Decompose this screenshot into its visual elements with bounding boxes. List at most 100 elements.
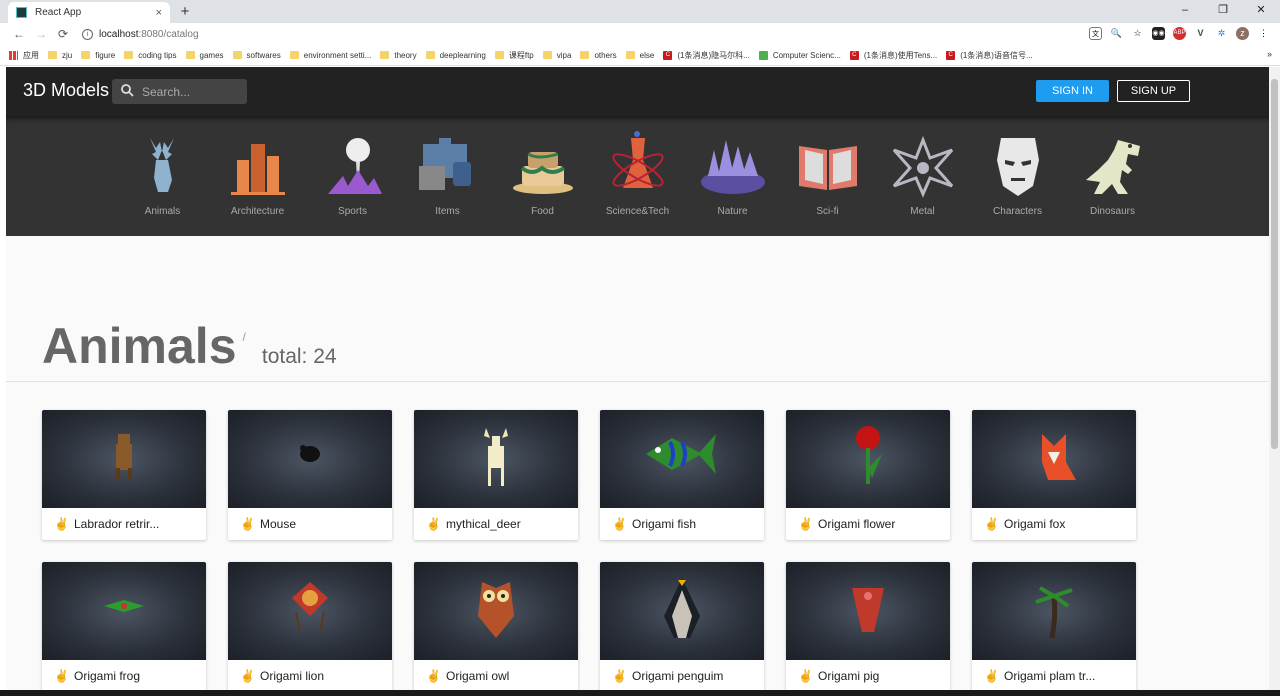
scrollbar-thumb[interactable] [1271,79,1278,449]
bookmark-item[interactable]: vipa [542,51,571,60]
category-science-tech[interactable]: Science&Tech [590,130,685,230]
sign-up-button[interactable]: SIGN UP [1117,80,1190,102]
bookmarks-overflow-icon[interactable]: » [1267,49,1272,59]
bookmark-item[interactable]: 课程ftp [494,50,534,61]
bookmark-label: 课程ftp [508,50,534,60]
vue-devtools-icon[interactable]: V [1194,27,1207,40]
category-sports[interactable]: Sports [305,130,400,230]
model-card[interactable]: ✌ Origami fish [600,410,764,540]
translate-icon[interactable]: 文 [1089,27,1102,40]
model-thumbnail[interactable] [228,562,392,660]
dog-model-icon [102,424,146,495]
url-field[interactable]: i localhost:8080/catalog [82,24,1142,44]
model-name: Origami penguim [632,669,724,683]
model-thumbnail[interactable] [42,410,206,508]
bookmark-item[interactable]: others [580,51,617,60]
adblock-icon[interactable]: ABP [1173,27,1186,40]
model-card[interactable]: ✌ Origami penguim [600,562,764,692]
model-card[interactable]: ✌ Origami lion [228,562,392,692]
model-caption: ✌ mythical_deer [414,508,578,540]
bookmark-label: theory [394,50,417,60]
category-dinosaurs[interactable]: Dinosaurs [1065,130,1160,230]
bookmark-item[interactable]: theory [380,50,417,60]
back-arrow-icon[interactable]: ← [8,27,30,41]
reload-icon[interactable]: ⟳ [52,27,74,41]
model-thumbnail[interactable] [786,562,950,660]
category-metal[interactable]: Metal [875,130,970,230]
model-card[interactable]: ✌ mythical_deer [414,410,578,540]
model-card[interactable]: ✌ Mouse [228,410,392,540]
category-label: Sports [338,206,367,217]
model-thumbnail[interactable] [414,410,578,508]
page-scrollbar[interactable] [1269,67,1280,696]
category-sci-fi[interactable]: Sci-fi [780,130,875,230]
react-devtools-icon[interactable]: ✲ [1215,27,1228,40]
site-info-icon[interactable]: i [82,28,93,40]
menu-dots-icon[interactable]: ⋮ [1257,27,1270,40]
model-thumbnail[interactable] [228,410,392,508]
tab-close-icon[interactable]: × [156,7,162,19]
model-card[interactable]: ✌ Origami fox [972,410,1136,540]
category-animals[interactable]: Animals [115,130,210,230]
bookmark-item[interactable]: C (1条消息)使用Tens... [849,50,938,61]
model-card[interactable]: ✌ Origami plam tr... [972,562,1136,692]
model-thumbnail[interactable] [972,562,1136,660]
category-nature[interactable]: Nature [685,130,780,230]
model-card[interactable]: ✌ Origami owl [414,562,578,692]
victory-hand-icon: ✌ [984,669,999,683]
category-architecture[interactable]: Architecture [210,130,305,230]
model-name: Origami plam tr... [1004,669,1096,683]
brand-title[interactable]: 3D Models [23,80,109,101]
category-food[interactable]: Food [495,130,590,230]
model-thumbnail[interactable] [600,562,764,660]
forward-arrow-icon[interactable]: → [30,27,52,41]
victory-hand-icon: ✌ [426,669,441,683]
zoom-icon[interactable]: 🔍 [1110,27,1123,40]
bookmark-star-icon[interactable]: ☆ [1131,27,1144,40]
bookmark-label: softwares [246,50,281,60]
model-card[interactable]: ✌ Origami frog [42,562,206,692]
browser-tab[interactable]: React App × [8,2,170,23]
bookmark-item[interactable]: C (1条消息)隐马尔科... [663,50,750,61]
model-card[interactable]: ✌ Labrador retrir... [42,410,206,540]
category-label: Dinosaurs [1089,206,1136,217]
iron-mask-icon [983,130,1053,198]
model-card[interactable]: ✌ Origami pig [786,562,950,692]
category-items[interactable]: Items [400,130,495,230]
search-box[interactable] [112,79,247,104]
restore-button[interactable]: ❐ [1204,0,1242,23]
cake-icon [508,130,578,198]
model-name: Origami owl [446,669,510,683]
bookmark-label: (1条消息)使用Tens... [863,50,938,60]
model-caption: ✌ Origami frog [42,660,206,692]
bookmark-item[interactable]: deeplearning [425,51,486,60]
model-thumbnail[interactable] [786,410,950,508]
model-thumbnail[interactable] [972,410,1136,508]
model-card[interactable]: ✌ Origami flower [786,410,950,540]
close-window-button[interactable]: ✕ [1242,0,1280,23]
bookmark-item[interactable]: softwares [232,50,281,60]
category-characters[interactable]: Characters [970,130,1065,230]
new-tab-button[interactable]: + [177,3,193,20]
bookmark-item[interactable]: Computer Scienc... [758,50,841,60]
bookmark-item[interactable]: coding tips [124,51,177,60]
bookmark-label: figure [95,50,116,60]
minimize-button[interactable]: – [1166,0,1204,23]
penguin-model-icon [660,576,704,647]
sign-in-button[interactable]: SIGN IN [1036,80,1109,102]
model-thumbnail[interactable] [414,562,578,660]
bookmark-item[interactable]: environment setti... [289,51,371,60]
bookmark-item[interactable]: else [625,51,654,60]
bookmark-item[interactable]: games [185,51,224,60]
bookmark-item[interactable]: 应用 [9,50,39,61]
profile-avatar[interactable]: z [1236,27,1249,40]
bookmark-item[interactable]: zju [48,51,72,60]
bookmark-label: (1条消息)语音信号... [960,50,1033,60]
bookmark-item[interactable]: figure [81,51,115,60]
model-thumbnail[interactable] [42,562,206,660]
model-thumbnail[interactable] [600,410,764,508]
glasses-extension-icon[interactable]: ◉◉ [1152,27,1165,40]
search-input[interactable] [142,84,237,99]
fox-model-icon [1032,424,1076,495]
bookmark-item[interactable]: C (1条消息)语音信号... [946,50,1033,61]
